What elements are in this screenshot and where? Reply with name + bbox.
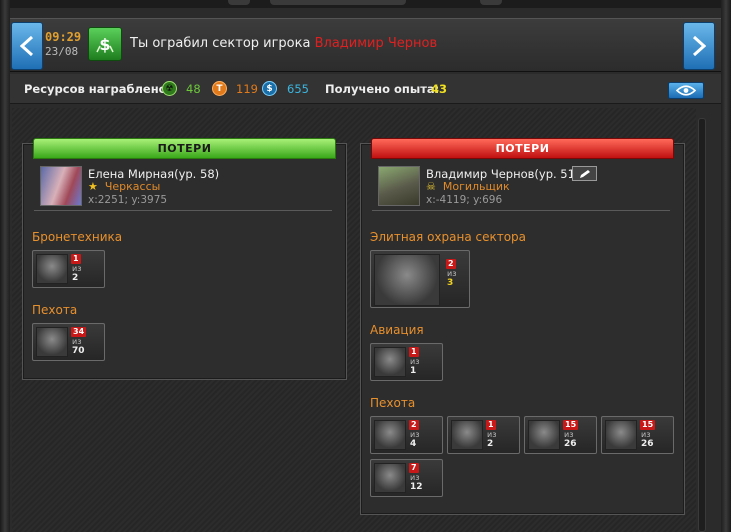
unit-lost-count: 2 [446,259,456,269]
robbery-dollar-icon: $ [88,27,122,61]
section-title: Авиация [370,323,424,337]
attacker-name[interactable]: Елена Мирная(ур. 58) [88,167,219,181]
vehicle-unit-icon [36,254,68,284]
unit-lost-count: 15 [563,420,579,430]
unit-of-label: из [487,430,497,439]
unit-total-count: 70 [72,346,85,356]
unit-total-count: 3 [447,278,454,288]
battle-report-window: 09:29 23/08 $ Ты ограбил сектор игрока В… [0,0,731,532]
resource-radiation-value: 48 [186,82,201,96]
unit-of-label: из [564,430,574,439]
defender-divider [372,210,670,211]
star-icon: ★ [88,180,98,193]
edit-note-button[interactable] [572,166,597,181]
eye-icon [676,85,696,96]
unit-card[interactable]: 15 из 26 [524,416,597,454]
xp-value: 43 [431,82,448,96]
section-title: Пехота [32,303,78,317]
event-text: Ты ограбил сектор игрока [130,36,315,51]
unit-lost-count: 1 [409,347,419,357]
defender-avatar[interactable] [378,166,420,206]
attacker-city-label: Черкассы [104,180,161,193]
unit-card[interactable]: 7 из 12 [370,459,443,497]
unit-card[interactable]: 2 из 3 [370,250,470,308]
resources-label: Ресурсов награблено: [24,82,172,96]
top-tab-left[interactable] [228,0,250,5]
defender-city: ☠ Могильщик [426,180,510,193]
sector-guard-unit-icon [374,254,440,306]
unit-lost-count: 2 [409,420,419,430]
window-frame-left [0,0,10,532]
unit-lost-count: 15 [640,420,656,430]
unit-lost-count: 1 [71,254,81,264]
infantry-unit-icon [374,420,406,450]
previous-report-button[interactable] [11,22,43,70]
section-title: Элитная охрана сектора [370,230,527,244]
infantry-unit-icon [528,420,560,450]
scrollbar[interactable] [698,118,706,532]
radiation-icon: ☢ [162,81,177,96]
unit-card[interactable]: 1 из 2 [447,416,520,454]
defender-coords[interactable]: x:-4119; y:696 [426,194,502,206]
unit-total-count: 12 [410,482,423,492]
unit-of-label: из [410,357,420,366]
unit-of-label: из [447,269,457,278]
attacker-losses-banner: ПОТЕРИ [33,138,336,159]
event-message: Ты ограбил сектор игрока Владимир Чернов [130,36,437,51]
report-date: 23/08 [45,45,79,58]
unit-lost-count: 34 [71,327,87,337]
section-title: Бронетехника [32,230,123,244]
credits-icon: $ [262,81,277,96]
unit-of-label: из [641,430,651,439]
unit-of-label: из [72,337,82,346]
infantry-unit-icon [36,327,68,357]
unit-of-label: из [72,264,82,273]
unit-lost-count: 1 [486,420,496,430]
unit-total-count: 4 [410,439,417,449]
infantry-unit-icon [374,463,406,493]
enemy-player-link[interactable]: Владимир Чернов [315,36,438,51]
top-tab-center[interactable] [270,0,406,5]
attacker-coords[interactable]: x:2251; y:3975 [88,194,167,206]
unit-total-count: 2 [72,273,79,283]
unit-total-count: 26 [641,439,654,449]
skull-icon: ☠ [426,180,436,193]
unit-card[interactable]: 1 из 1 [370,343,443,381]
xp-label: Получено опыта: [325,82,440,96]
infantry-unit-icon [451,420,483,450]
view-details-button[interactable] [668,82,704,99]
unit-card[interactable]: 2 из 4 [370,416,443,454]
arrow-right-icon [692,35,706,57]
resource-titanium-value: 119 [236,82,258,96]
unit-card[interactable]: 34 из 70 [32,323,105,361]
resource-credits-value: 655 [287,82,309,96]
unit-lost-count: 7 [409,463,419,473]
unit-total-count: 2 [487,439,494,449]
top-tab-right[interactable] [480,0,502,5]
unit-total-count: 26 [564,439,577,449]
unit-of-label: из [410,473,420,482]
defender-name[interactable]: Владимир Чернов(ур. 51) [426,167,579,181]
defender-city-label: Могильщик [442,180,510,193]
next-report-button[interactable] [683,22,715,70]
section-title: Пехота [370,396,416,410]
defender-losses-banner: ПОТЕРИ [371,138,674,159]
infantry-unit-icon [605,420,637,450]
unit-card[interactable]: 1 из 2 [32,250,105,288]
attacker-city: ★ Черкассы [88,180,160,193]
attacker-divider [34,210,332,211]
aviation-unit-icon [374,347,406,377]
unit-of-label: из [410,430,420,439]
window-frame-right [721,0,731,532]
svg-text:$: $ [99,35,110,54]
report-time: 09:29 [45,30,82,44]
arrow-left-icon [20,35,34,57]
unit-total-count: 1 [410,366,417,376]
unit-card[interactable]: 15 из 26 [601,416,674,454]
pencil-icon [579,169,590,178]
titanium-icon: T [212,81,227,96]
attacker-avatar[interactable] [40,166,82,206]
